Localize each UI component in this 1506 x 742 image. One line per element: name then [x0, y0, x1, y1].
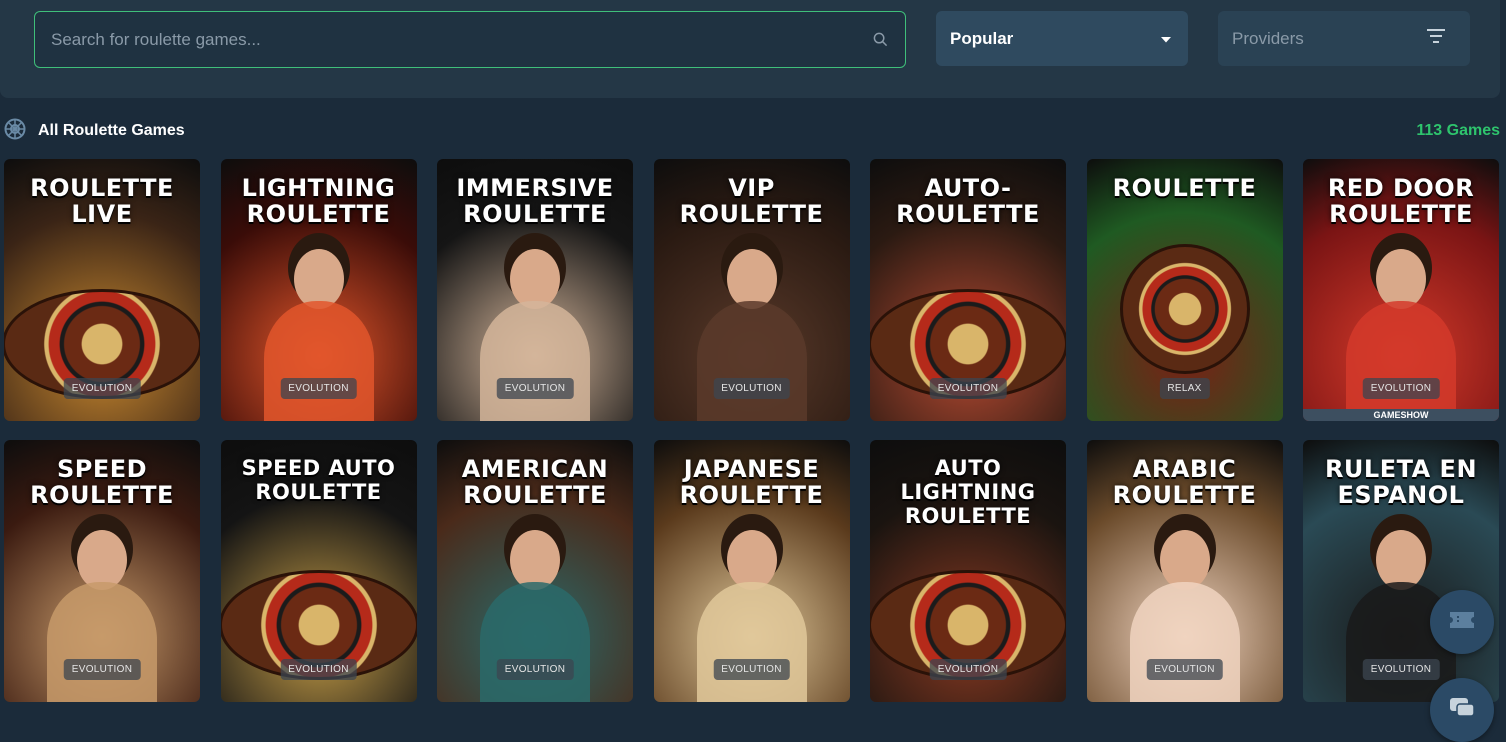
provider-badge: RELAX	[1159, 378, 1210, 399]
section-header: All Roulette Games	[4, 118, 185, 144]
game-card[interactable]: ARABIC ROULETTE EVOLUTION	[1086, 440, 1283, 702]
search-input[interactable]	[51, 29, 871, 50]
games-grid: ROULETTE LIVE EVOLUTION LIGHTNING ROULETTE…	[4, 159, 1499, 702]
provider-badge: EVOLUTION	[929, 378, 1007, 399]
filter-bar: Popular Providers	[0, 0, 1500, 98]
game-card[interactable]: ROULETTE RELAX	[1086, 159, 1283, 421]
ticket-button[interactable]	[1430, 590, 1494, 654]
game-card[interactable]: SPEED ROULETTE EVOLUTION	[4, 440, 200, 702]
provider-badge: EVOLUTION	[280, 378, 357, 399]
provider-badge: EVOLUTION	[63, 659, 141, 680]
category-band: GAMESHOW	[1303, 409, 1499, 421]
game-card[interactable]: RED DOOR ROULETTE EVOLUTION GAMESHOW	[1303, 159, 1499, 421]
game-title: ROULETTE LIVE	[30, 174, 174, 228]
sort-dropdown[interactable]: Popular	[936, 11, 1188, 66]
providers-label: Providers	[1232, 28, 1304, 48]
search-box[interactable]	[34, 11, 906, 68]
search-icon[interactable]	[871, 31, 889, 49]
sort-selected-label: Popular	[950, 28, 1014, 48]
game-card[interactable]: AUTO-ROULETTE EVOLUTION	[870, 159, 1066, 421]
game-title: SPEED ROULETTE	[30, 455, 174, 509]
game-title: AUTO-ROULETTE	[896, 174, 1040, 228]
roulette-wheel-icon	[4, 118, 26, 145]
provider-badge: EVOLUTION	[1362, 378, 1440, 399]
provider-badge: EVOLUTION	[1146, 659, 1223, 680]
game-title: AUTO LIGHTNING ROULETTE	[900, 456, 1036, 528]
provider-badge: EVOLUTION	[713, 659, 790, 680]
game-card[interactable]: ROULETTE LIVE EVOLUTION	[4, 159, 200, 421]
filter-icon	[1426, 28, 1446, 49]
game-title: RULETA EN ESPANOL	[1324, 455, 1478, 509]
game-title: IMMERSIVE ROULETTE	[456, 174, 614, 228]
game-card[interactable]: AMERICAN ROULETTE EVOLUTION	[437, 440, 633, 702]
game-title: ARABIC ROULETTE	[1112, 455, 1257, 509]
game-title: SPEED AUTO ROULETTE	[241, 456, 396, 504]
caret-down-icon	[1160, 29, 1172, 49]
provider-badge: EVOLUTION	[280, 659, 357, 680]
provider-badge: EVOLUTION	[1362, 659, 1440, 680]
provider-badge: EVOLUTION	[496, 659, 574, 680]
game-title: AMERICAN ROULETTE	[461, 455, 609, 509]
providers-filter[interactable]: Providers	[1218, 11, 1470, 66]
chat-icon	[1449, 697, 1475, 724]
game-card[interactable]: AUTO LIGHTNING ROULETTE EVOLUTION	[870, 440, 1066, 702]
game-card[interactable]: IMMERSIVE ROULETTE EVOLUTION	[437, 159, 633, 421]
provider-badge: EVOLUTION	[713, 378, 790, 399]
games-count: 113 Games	[1416, 122, 1500, 139]
game-title: LIGHTNING ROULETTE	[241, 174, 396, 228]
game-title: RED DOOR ROULETTE	[1327, 174, 1475, 228]
game-card[interactable]: LIGHTNING ROULETTE EVOLUTION	[220, 159, 417, 421]
game-title: VIP ROULETTE	[679, 174, 824, 228]
game-title: JAPANESE ROULETTE	[679, 455, 824, 509]
provider-badge: EVOLUTION	[929, 659, 1007, 680]
provider-badge: EVOLUTION	[63, 378, 141, 399]
game-card[interactable]: VIP ROULETTE EVOLUTION	[653, 159, 850, 421]
section-title: All Roulette Games	[38, 122, 185, 139]
chat-button[interactable]	[1430, 678, 1494, 742]
provider-badge: EVOLUTION	[496, 378, 574, 399]
game-card[interactable]: RULETA EN ESPANOL EVOLUTION	[1303, 440, 1499, 702]
game-card[interactable]: JAPANESE ROULETTE EVOLUTION	[653, 440, 850, 702]
game-title: ROULETTE	[1112, 174, 1257, 202]
game-card[interactable]: SPEED AUTO ROULETTE EVOLUTION	[220, 440, 417, 702]
ticket-icon	[1448, 610, 1476, 635]
